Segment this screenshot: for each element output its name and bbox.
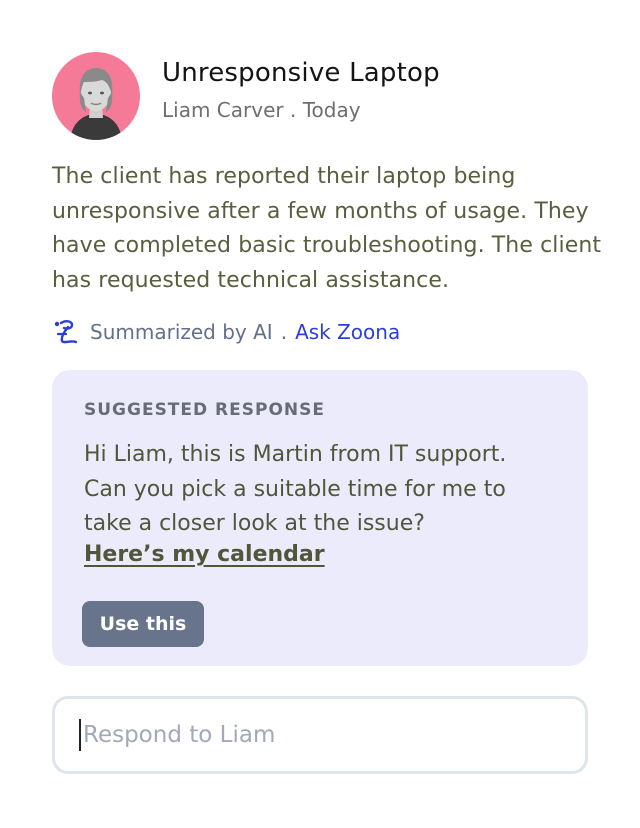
header-text: Unresponsive Laptop Liam Carver . Today (162, 56, 440, 124)
use-this-button[interactable]: Use this (82, 601, 204, 647)
zoona-logo-icon (52, 318, 80, 346)
ticket-header: Unresponsive Laptop Liam Carver . Today (52, 52, 440, 140)
ai-summary-label: Summarized by AI (90, 320, 273, 344)
reply-box[interactable] (52, 696, 588, 774)
ticket-meta: Liam Carver . Today (162, 96, 440, 124)
ai-summary-row: Summarized by AI . Ask Zoona (52, 318, 400, 346)
ticket-date: Today (302, 98, 361, 122)
ai-separator: . (280, 320, 288, 344)
text-caret (79, 719, 81, 751)
meta-separator: . (289, 98, 297, 122)
person-portrait-icon (70, 68, 122, 140)
ticket-summary: The client has reported their laptop bei… (52, 164, 602, 293)
reply-input[interactable] (83, 722, 563, 748)
author-name: Liam Carver (162, 98, 284, 122)
suggested-response-label: SUGGESTED RESPONSE (84, 400, 325, 420)
suggested-response-text: Hi Liam, this is Martin from IT support.… (84, 442, 507, 536)
avatar[interactable] (52, 52, 140, 140)
calendar-link[interactable]: Here’s my calendar (84, 542, 325, 567)
suggested-response-card: SUGGESTED RESPONSE Hi Liam, this is Mart… (52, 370, 588, 666)
ticket-title: Unresponsive Laptop (162, 58, 440, 88)
ask-zoona-link[interactable]: Ask Zoona (295, 320, 400, 344)
